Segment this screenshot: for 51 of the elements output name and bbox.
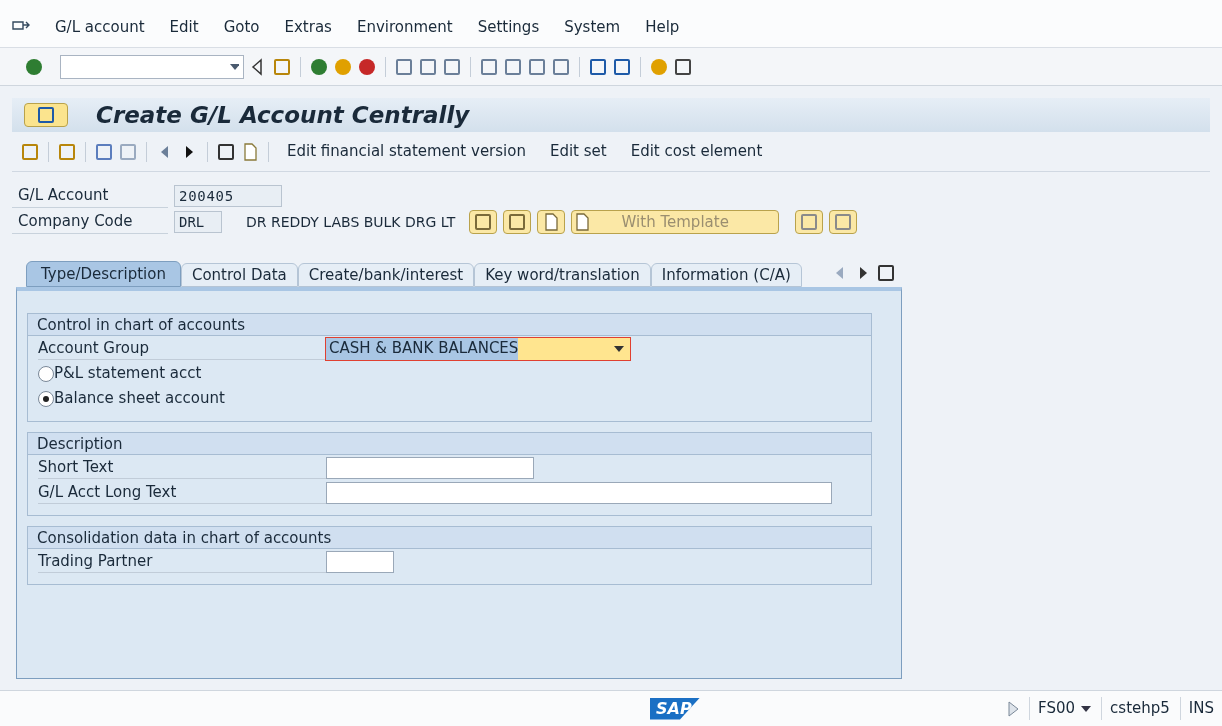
caret-icon [614, 345, 624, 352]
menu-toggle-button[interactable] [24, 103, 68, 127]
text-field[interactable] [326, 481, 832, 504]
glasses-button[interactable] [469, 210, 498, 234]
field-label: Trading Partner [38, 549, 326, 574]
menu-item[interactable]: Goto [223, 16, 260, 39]
radio-button[interactable] [38, 365, 54, 382]
company-code-field[interactable]: DRL [174, 211, 222, 233]
group-title: Description [28, 433, 871, 455]
menu-item[interactable]: Environment [356, 16, 453, 39]
company-name: DR REDDY LABS BULK DRG LT [246, 212, 456, 232]
expand-status-icon[interactable] [1007, 700, 1020, 717]
blank-page-button[interactable] [537, 210, 566, 234]
sap-logo: SAP [650, 697, 700, 720]
radio-label: P&L statement acct [54, 363, 202, 385]
caret-icon [1081, 705, 1092, 712]
toolbar-button[interactable]: Edit set [539, 137, 617, 166]
tab[interactable]: Key word/translation [474, 263, 651, 287]
toolbar-button[interactable]: Edit financial statement version [277, 137, 536, 166]
command-field[interactable] [60, 54, 244, 79]
transaction-code[interactable]: FS00 [1029, 697, 1092, 720]
server-name: cstehp5 [1101, 697, 1170, 720]
menu-item[interactable]: Settings [477, 16, 540, 39]
lock-button[interactable] [795, 210, 824, 234]
radio-label: Balance sheet account [54, 388, 225, 410]
delete-button[interactable] [829, 210, 858, 234]
menu-item[interactable]: G/L account [55, 16, 145, 39]
menu-item[interactable]: Extras [284, 16, 332, 39]
text-field[interactable] [326, 456, 534, 479]
field-label: Short Text [38, 455, 326, 480]
menu-item[interactable]: Edit [169, 16, 199, 39]
screen-title: Create G/L Account Centrally [96, 100, 470, 130]
menu-item[interactable]: System [564, 16, 621, 39]
tab[interactable]: Create/bank/interest [297, 263, 475, 287]
account-group-dropdown[interactable]: CASH & BANK BALANCES [326, 337, 630, 360]
radio-button[interactable] [38, 390, 54, 407]
group-title: Control in chart of accounts [28, 314, 871, 336]
field-label: G/L Acct Long Text [38, 480, 326, 505]
text-field[interactable] [326, 550, 394, 573]
tab[interactable]: Control Data [180, 263, 298, 287]
pencil-button[interactable] [503, 210, 532, 234]
menu-item[interactable]: Help [645, 16, 680, 39]
field-label: G/L Account [12, 184, 168, 208]
tab[interactable]: Information (C/A) [650, 263, 802, 287]
account-field[interactable]: 200405 [174, 185, 282, 207]
group-title: Consolidation data in chart of accounts [28, 527, 871, 549]
toolbar-button[interactable]: Edit cost element [620, 137, 773, 166]
caret-icon [229, 63, 239, 70]
field-label: Company Code [12, 210, 168, 234]
tab[interactable]: Type/Description [26, 261, 181, 287]
insert-mode: INS [1179, 697, 1214, 720]
